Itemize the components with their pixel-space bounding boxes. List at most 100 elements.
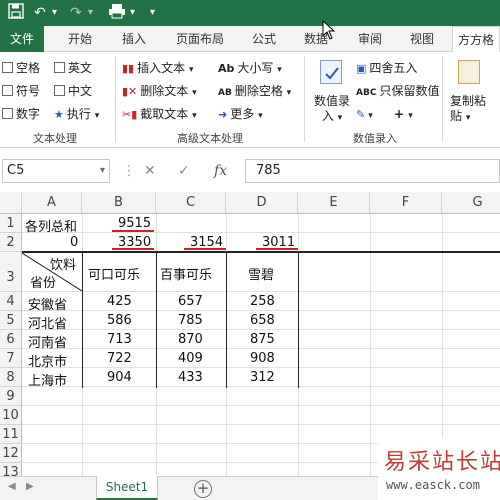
number-entry-button[interactable]: 数值录入 ▾	[310, 94, 354, 126]
english-checkbox[interactable]: 英文	[54, 60, 92, 76]
redo-icon[interactable]: ↷	[70, 3, 82, 23]
more-button[interactable]: ➜ 更多 ▾	[218, 106, 263, 124]
table-border	[226, 252, 227, 388]
customize-qat-icon[interactable]: ▾	[150, 3, 155, 23]
chevron-down-icon: ▾	[188, 65, 194, 75]
chinese-checkbox[interactable]: 中文	[54, 83, 92, 99]
cell-a8[interactable]: 上海市	[28, 370, 67, 389]
formula-input[interactable]: 785	[245, 159, 500, 183]
execute-button[interactable]: ★ 执行 ▾	[54, 106, 99, 124]
print-icon[interactable]	[108, 3, 126, 25]
cell-b1[interactable]: 9515	[118, 216, 151, 231]
cell-b7[interactable]: 722	[107, 351, 132, 366]
edit-values-button[interactable]: ✎ ▾	[356, 106, 373, 124]
more-options-icon[interactable]: ⋮	[122, 161, 136, 181]
cell-a1[interactable]: 各列总和	[25, 216, 77, 235]
sheet-tab-sheet1[interactable]: Sheet1	[96, 476, 158, 500]
column-header-a[interactable]: A	[22, 192, 82, 214]
undo-dropdown-icon[interactable]: ▾	[52, 3, 57, 23]
confirm-icon[interactable]: ✓	[178, 161, 190, 181]
name-box[interactable]: C5 ▾	[2, 159, 110, 183]
cell-a7[interactable]: 北京市	[28, 351, 67, 370]
cell-d3[interactable]: 雪碧	[248, 264, 274, 283]
undo-icon[interactable]: ↶	[34, 3, 46, 23]
extract-text-button[interactable]: ✂▮ 截取文本 ▾	[122, 106, 197, 124]
column-header-g[interactable]: G	[442, 192, 500, 214]
group-divider	[115, 56, 116, 142]
gridline	[22, 424, 500, 425]
tab-page-layout[interactable]: 页面布局	[168, 26, 232, 52]
row-header-9[interactable]: 9	[0, 387, 22, 406]
tab-review[interactable]: 审阅	[350, 26, 390, 52]
spreadsheet-grid[interactable]: A B C D E F G 1 2 3 4 5 6 7 8 9 10 11 12…	[0, 192, 500, 476]
cell-a4[interactable]: 安徽省	[28, 294, 67, 313]
column-header-f[interactable]: F	[370, 192, 442, 214]
cell-c4[interactable]: 657	[178, 294, 203, 309]
row-header-3[interactable]: 3	[0, 252, 22, 292]
cell-b5[interactable]: 586	[107, 313, 132, 328]
number-checkbox[interactable]: 数字	[2, 106, 40, 122]
cell-b8[interactable]: 904	[107, 370, 132, 385]
space-checkbox[interactable]: 空格	[2, 60, 40, 76]
next-sheet-icon[interactable]: ▶	[26, 481, 34, 492]
add-sheet-icon[interactable]: +	[194, 480, 212, 498]
cell-a5[interactable]: 河北省	[28, 313, 67, 332]
cell-c3[interactable]: 百事可乐	[160, 264, 212, 283]
print-dropdown-icon[interactable]: ▾	[130, 3, 135, 23]
row-header-4[interactable]: 4	[0, 292, 22, 311]
cell-a2[interactable]: 0	[70, 235, 78, 250]
copy-paste-button[interactable]: 复制粘贴 ▾	[450, 94, 494, 126]
delete-space-button[interactable]: AB 删除空格 ▾	[218, 83, 291, 101]
column-header-e[interactable]: E	[298, 192, 370, 214]
symbol-checkbox[interactable]: 符号	[2, 83, 40, 99]
select-all-corner[interactable]	[0, 192, 22, 214]
row-header-13[interactable]: 13	[0, 463, 22, 476]
insert-text-button[interactable]: ▮▮ 插入文本 ▾	[122, 60, 193, 78]
save-icon[interactable]	[8, 3, 24, 25]
tab-formulas[interactable]: 公式	[244, 26, 284, 52]
keep-values-button[interactable]: ABC 只保留数值	[356, 83, 439, 101]
cell-d6[interactable]: 875	[250, 332, 275, 347]
row-header-6[interactable]: 6	[0, 330, 22, 349]
redo-dropdown-icon[interactable]: ▾	[88, 3, 93, 23]
insert-function-icon[interactable]: fx	[214, 161, 227, 181]
add-button[interactable]: + ▾	[394, 106, 413, 124]
column-header-d[interactable]: D	[226, 192, 298, 214]
cancel-icon[interactable]: ✕	[144, 161, 156, 181]
row-header-7[interactable]: 7	[0, 349, 22, 368]
cell-a3-drinks[interactable]: 饮料	[50, 254, 76, 273]
case-button[interactable]: Ab 大小写 ▾	[218, 60, 282, 78]
column-header-b[interactable]: B	[82, 192, 156, 214]
row-header-2[interactable]: 2	[0, 233, 22, 252]
cell-d7[interactable]: 908	[250, 351, 275, 366]
cell-b4[interactable]: 425	[107, 294, 132, 309]
chevron-down-icon: ▾	[258, 111, 263, 121]
cell-c8[interactable]: 433	[178, 370, 203, 385]
cell-a3-province[interactable]: 省份	[30, 272, 56, 291]
row-header-5[interactable]: 5	[0, 311, 22, 330]
tab-fangfangge[interactable]: 方方格	[452, 26, 500, 53]
tab-home[interactable]: 开始	[58, 26, 102, 52]
row-header-11[interactable]: 11	[0, 425, 22, 444]
row-header-10[interactable]: 10	[0, 406, 22, 425]
tab-insert[interactable]: 插入	[114, 26, 154, 52]
cell-b6[interactable]: 713	[107, 332, 132, 347]
row-header-1[interactable]: 1	[0, 214, 22, 233]
cell-b3[interactable]: 可口可乐	[88, 264, 140, 283]
row-header-12[interactable]: 12	[0, 444, 22, 463]
round-button[interactable]: ▣ 四舍五入	[356, 60, 417, 77]
cell-d8[interactable]: 312	[250, 370, 275, 385]
tab-file[interactable]: 文件	[0, 26, 44, 52]
cell-d5[interactable]: 658	[250, 313, 275, 328]
cell-c7[interactable]: 409	[178, 351, 203, 366]
cell-d4[interactable]: 258	[250, 294, 275, 309]
tab-view[interactable]: 视图	[402, 26, 442, 52]
cell-c5[interactable]: 785	[178, 313, 203, 328]
arrow-right-icon: ➜	[218, 108, 228, 121]
row-header-8[interactable]: 8	[0, 368, 22, 387]
cell-c6[interactable]: 870	[178, 332, 203, 347]
column-header-c[interactable]: C	[156, 192, 226, 214]
delete-text-button[interactable]: ▮✕ 删除文本 ▾	[122, 83, 197, 101]
prev-sheet-icon[interactable]: ◀	[8, 481, 16, 492]
cell-a6[interactable]: 河南省	[28, 332, 67, 351]
